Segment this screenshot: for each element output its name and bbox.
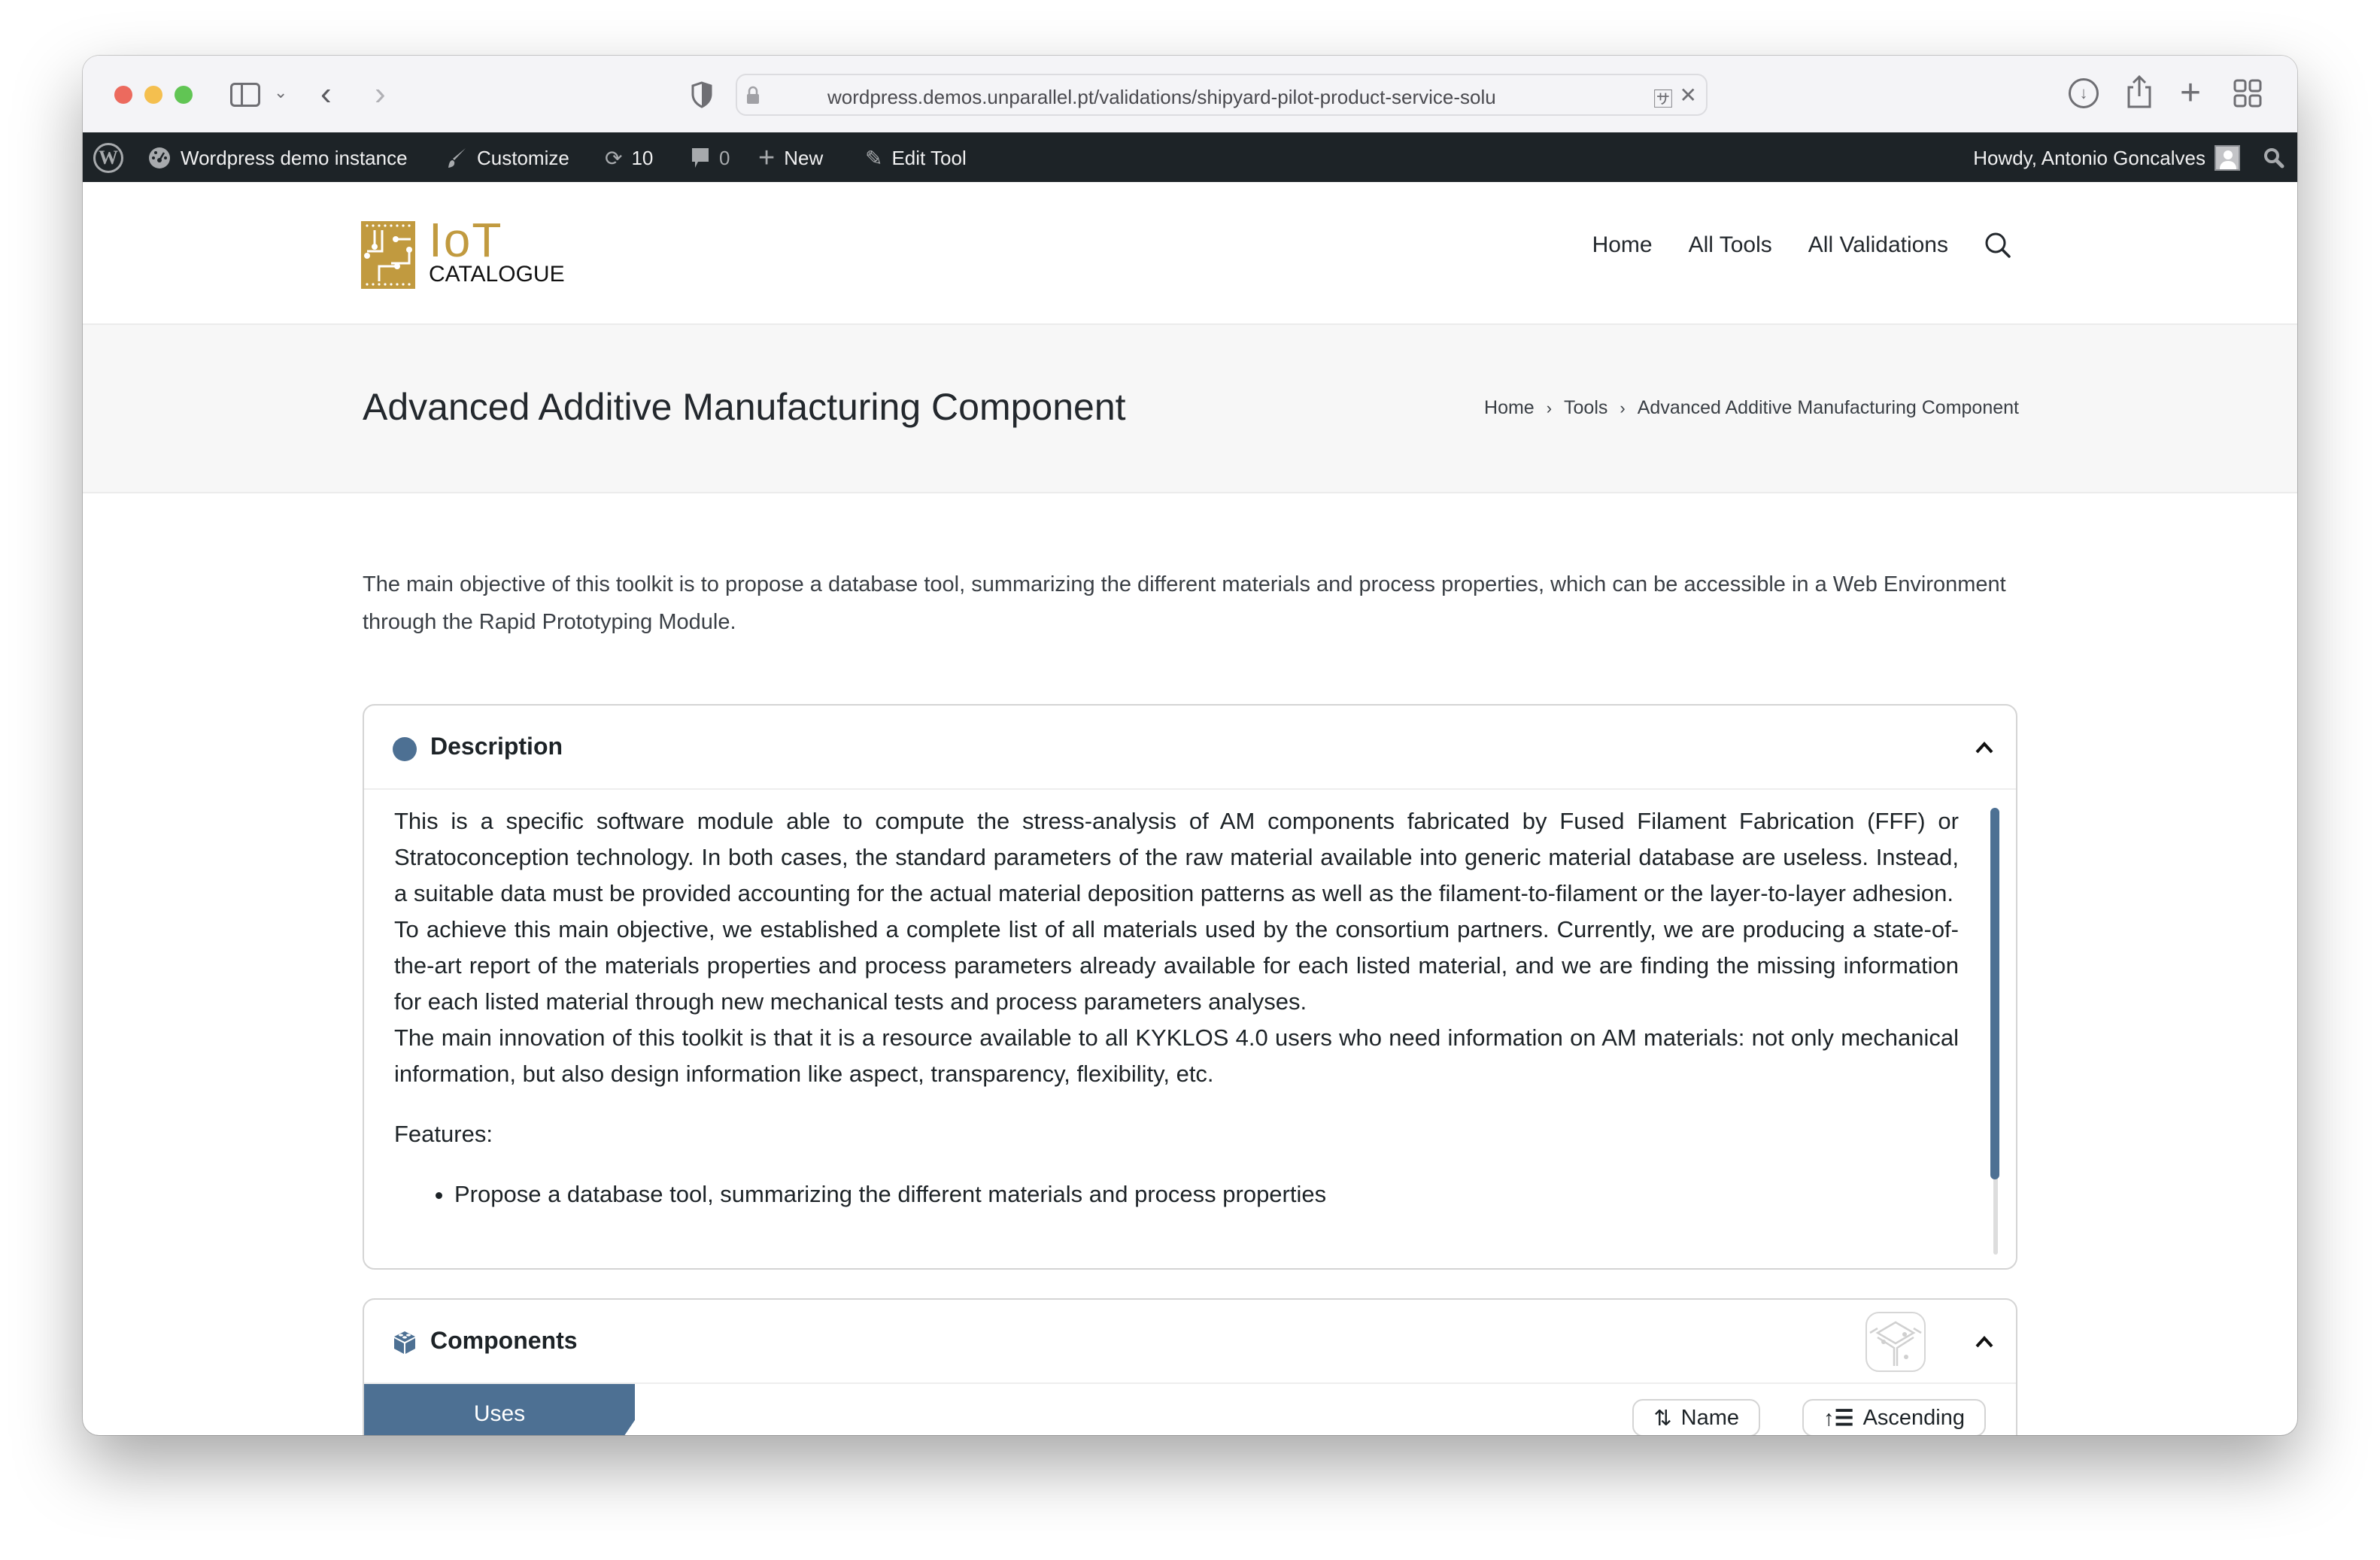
greeting: Howdy, Antonio Goncalves <box>1973 146 2205 169</box>
description-panel: Description This is a specific software … <box>363 704 2017 1270</box>
site-logo[interactable]: IoT CATALOGUE <box>361 213 587 290</box>
description-paragraph: To achieve this main objective, we estab… <box>394 916 1959 1015</box>
circle-icon <box>393 737 417 761</box>
chevron-up-icon[interactable] <box>1971 1328 1998 1355</box>
description-title: Description <box>430 733 563 760</box>
browser-window: ⌄ ‹ › wordpress.demos.unparallel.pt/vali… <box>83 56 2297 1435</box>
components-header[interactable]: Components <box>364 1300 2016 1384</box>
site-header: IoT CATALOGUE Home All Tools All Validat… <box>83 182 2297 325</box>
edit-label: Edit Tool <box>891 146 967 169</box>
logo-text-iot: IoT <box>429 213 503 267</box>
description-body: This is a specific software module able … <box>394 803 1959 1258</box>
admin-search[interactable] <box>2263 134 2285 182</box>
description-header[interactable]: Description <box>364 706 2016 790</box>
browser-toolbar: ⌄ ‹ › wordpress.demos.unparallel.pt/vali… <box>83 56 2297 134</box>
components-title: Components <box>430 1327 578 1354</box>
new-tab-icon[interactable]: + <box>2180 72 2201 114</box>
tab-overview-icon[interactable] <box>2233 78 2263 108</box>
back-icon[interactable]: ‹ <box>320 75 332 113</box>
updates-icon: ⟳ <box>605 146 623 170</box>
lock-icon <box>745 86 761 105</box>
new-label: New <box>784 146 824 169</box>
tab-uses[interactable]: Uses <box>364 1384 635 1435</box>
comments-link[interactable]: 0 <box>691 134 730 182</box>
features-list: Propose a database tool, summarizing the… <box>394 1176 1959 1212</box>
new-content-menu[interactable]: + New <box>758 134 823 182</box>
breadcrumb: Home › Tools › Advanced Additive Manufac… <box>1484 397 2019 419</box>
minimize-window-button[interactable] <box>144 86 162 104</box>
sort-arrows-icon: ⇅ <box>1653 1406 1672 1431</box>
main-nav: Home All Tools All Validations <box>1592 232 2011 259</box>
component-logo-icon <box>1865 1312 1926 1372</box>
sort-order-button[interactable]: ↑☰ Ascending <box>1802 1399 1986 1435</box>
plus-icon: + <box>758 141 776 174</box>
share-icon[interactable] <box>2124 74 2154 110</box>
intro-text: The main objective of this toolkit is to… <box>363 572 2006 634</box>
account-menu[interactable]: Howdy, Antonio Goncalves <box>1973 134 2240 182</box>
breadcrumb-tools[interactable]: Tools <box>1564 397 1607 419</box>
logo-text-catalogue: CATALOGUE <box>429 262 565 287</box>
comments-count: 0 <box>719 146 730 169</box>
sort-field-label: Name <box>1680 1405 1739 1430</box>
url-text[interactable]: wordpress.demos.unparallel.pt/validation… <box>827 86 1542 109</box>
components-panel: Components Uses ⇅ Name ↑☰ Ascending <box>363 1298 2017 1435</box>
description-paragraph: This is a specific software module able … <box>394 808 1959 906</box>
close-window-button[interactable] <box>114 86 132 104</box>
updates-count: 10 <box>631 146 654 169</box>
close-icon[interactable]: ✕ <box>1680 83 1697 108</box>
forward-icon[interactable]: › <box>375 75 386 113</box>
comment-icon <box>691 147 710 169</box>
pencil-icon: ✎ <box>865 146 883 170</box>
chevron-up-icon[interactable] <box>1971 734 1998 761</box>
chevron-right-icon: › <box>1620 398 1626 417</box>
customize-label: Customize <box>477 146 569 169</box>
translate-icon[interactable]: 🈂 <box>1653 84 1673 112</box>
feature-item: Propose a database tool, summarizing the… <box>454 1176 1959 1212</box>
nav-all-tools[interactable]: All Tools <box>1689 232 1772 258</box>
search-icon[interactable] <box>1984 232 2011 259</box>
download-icon[interactable]: ↓ <box>2069 78 2099 108</box>
page-title-band: Advanced Additive Manufacturing Componen… <box>83 325 2297 493</box>
maximize-window-button[interactable] <box>175 86 193 104</box>
wordpress-icon: W <box>93 143 123 173</box>
cube-icon <box>391 1328 418 1355</box>
wp-logo-menu[interactable]: W <box>93 134 123 182</box>
updates-link[interactable]: ⟳ 10 <box>605 134 653 182</box>
wp-admin-bar: W Wordpress demo instance Customize ⟳ 10… <box>83 134 2297 182</box>
breadcrumb-home[interactable]: Home <box>1484 397 1535 419</box>
sort-field-button[interactable]: ⇅ Name <box>1632 1399 1760 1435</box>
site-name: Wordpress demo instance <box>181 146 408 169</box>
customize-link[interactable]: Customize <box>445 134 569 182</box>
sidebar-icon[interactable] <box>230 83 260 107</box>
edit-tool-link[interactable]: ✎ Edit Tool <box>865 134 967 182</box>
sort-ascending-icon: ↑☰ <box>1823 1406 1854 1431</box>
page-title: Advanced Additive Manufacturing Componen… <box>363 386 1126 428</box>
chevron-down-icon[interactable]: ⌄ <box>274 83 287 102</box>
chevron-right-icon: › <box>1546 398 1553 417</box>
site-name-menu[interactable]: Wordpress demo instance <box>147 134 408 182</box>
nav-home[interactable]: Home <box>1592 232 1653 258</box>
nav-all-validations[interactable]: All Validations <box>1808 232 1948 258</box>
search-icon <box>2263 147 2285 169</box>
sort-order-label: Ascending <box>1862 1405 1965 1430</box>
breadcrumb-current: Advanced Additive Manufacturing Componen… <box>1637 397 2019 418</box>
description-paragraph: The main innovation of this toolkit is t… <box>394 1024 1959 1087</box>
avatar <box>2215 145 2240 171</box>
paintbrush-icon <box>445 147 468 169</box>
circuit-logo-icon <box>361 221 415 289</box>
shield-icon[interactable] <box>691 81 713 108</box>
scrollbar-thumb[interactable] <box>1990 808 1999 1179</box>
features-label: Features: <box>394 1121 493 1147</box>
dashboard-icon <box>147 146 172 170</box>
address-bar[interactable]: wordpress.demos.unparallel.pt/validation… <box>736 74 1708 116</box>
